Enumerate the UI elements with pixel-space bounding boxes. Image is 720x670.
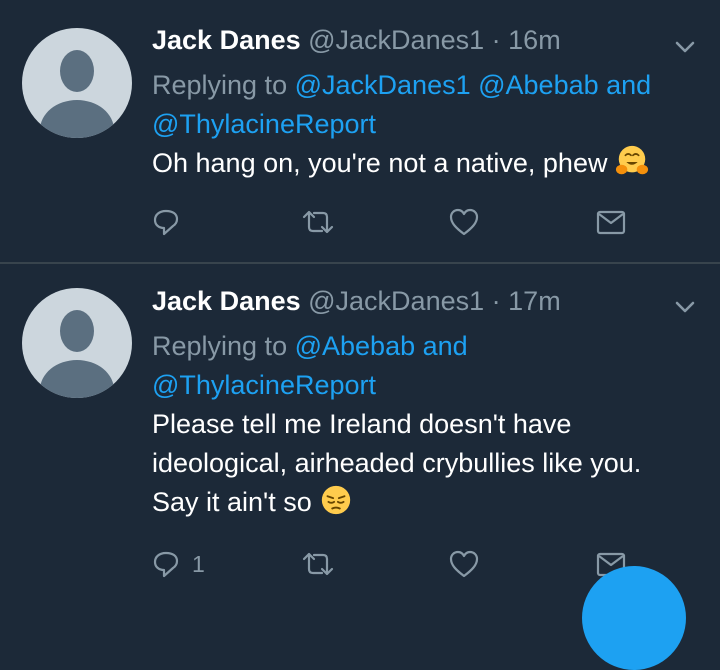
chevron-down-icon[interactable] — [672, 34, 698, 60]
avatar[interactable] — [22, 28, 132, 138]
replying-line: Replying to @Abebab and — [152, 327, 707, 366]
avatar-head-shape — [60, 50, 94, 92]
tweet-item[interactable]: Jack Danes @JackDanes1 · 16m Replying to… — [0, 0, 720, 262]
retweet-button[interactable] — [300, 202, 336, 242]
replying-label: Replying to — [152, 331, 288, 361]
tweet-item[interactable]: Jack Danes @JackDanes1 · 17m Replying to… — [0, 264, 720, 600]
tweet-content: Replying to @JackDanes1 @Abebab and @Thy… — [152, 66, 707, 183]
heart-icon — [449, 550, 479, 578]
envelope-icon — [596, 210, 626, 235]
tweet-text-line: Please tell me Ireland doesn't have — [152, 409, 572, 439]
chevron-down-icon[interactable] — [672, 294, 698, 320]
retweet-icon — [302, 552, 334, 576]
timestamp[interactable]: 16m — [508, 25, 561, 55]
author-name[interactable]: Jack Danes — [152, 286, 301, 316]
replying-line: Replying to @JackDanes1 @Abebab and — [152, 66, 707, 105]
mention-link[interactable]: @ThylacineReport — [152, 109, 376, 139]
tweet-header: Jack Danes @JackDanes1 · 16m — [152, 24, 561, 56]
hugging-face-emoji — [615, 145, 649, 175]
dm-button[interactable] — [596, 202, 626, 242]
retweet-button[interactable] — [300, 544, 336, 584]
mention-link[interactable]: @Abebab — [478, 70, 599, 100]
tweet-actions — [0, 202, 720, 242]
author-handle[interactable]: @JackDanes1 — [308, 286, 484, 316]
separator-dot: · — [491, 286, 501, 316]
reply-count: 1 — [192, 550, 205, 577]
pensive-face-emoji — [322, 485, 351, 515]
reply-icon — [153, 551, 179, 578]
avatar-body-shape — [40, 360, 114, 398]
reply-icon — [153, 209, 179, 236]
tweet-text: Oh hang on, you're not a native, phew — [152, 144, 707, 183]
avatar[interactable] — [22, 288, 132, 398]
separator-dot: · — [491, 25, 501, 55]
and-label[interactable]: and — [606, 70, 651, 100]
tweet-header: Jack Danes @JackDanes1 · 17m — [152, 285, 561, 317]
compose-fab-button[interactable] — [582, 566, 686, 670]
heart-icon — [449, 208, 479, 236]
timestamp[interactable]: 17m — [508, 286, 561, 316]
mention-link[interactable]: @ThylacineReport — [152, 370, 376, 400]
avatar-body-shape — [40, 100, 114, 138]
mention-link[interactable]: @Abebab — [295, 331, 416, 361]
author-name[interactable]: Jack Danes — [152, 25, 301, 55]
like-button[interactable] — [448, 544, 480, 584]
mention-link[interactable]: @JackDanes1 — [295, 70, 471, 100]
and-label[interactable]: and — [423, 331, 468, 361]
tweet-text-line: ideological, airheaded crybullies like y… — [152, 448, 642, 478]
tweet-text: Please tell me Ireland doesn't have ideo… — [152, 405, 707, 522]
reply-button[interactable] — [152, 202, 192, 242]
author-handle[interactable]: @JackDanes1 — [308, 25, 484, 55]
retweet-icon — [302, 210, 334, 234]
replying-label: Replying to — [152, 70, 288, 100]
tweet-text-line: Say it ain't so — [152, 487, 312, 517]
tweet-content: Replying to @Abebab and @ThylacineReport… — [152, 327, 707, 522]
avatar-head-shape — [60, 310, 94, 352]
tweet-text-line: Oh hang on, you're not a native, phew — [152, 148, 608, 178]
reply-button[interactable]: 1 — [152, 544, 205, 584]
like-button[interactable] — [448, 202, 480, 242]
